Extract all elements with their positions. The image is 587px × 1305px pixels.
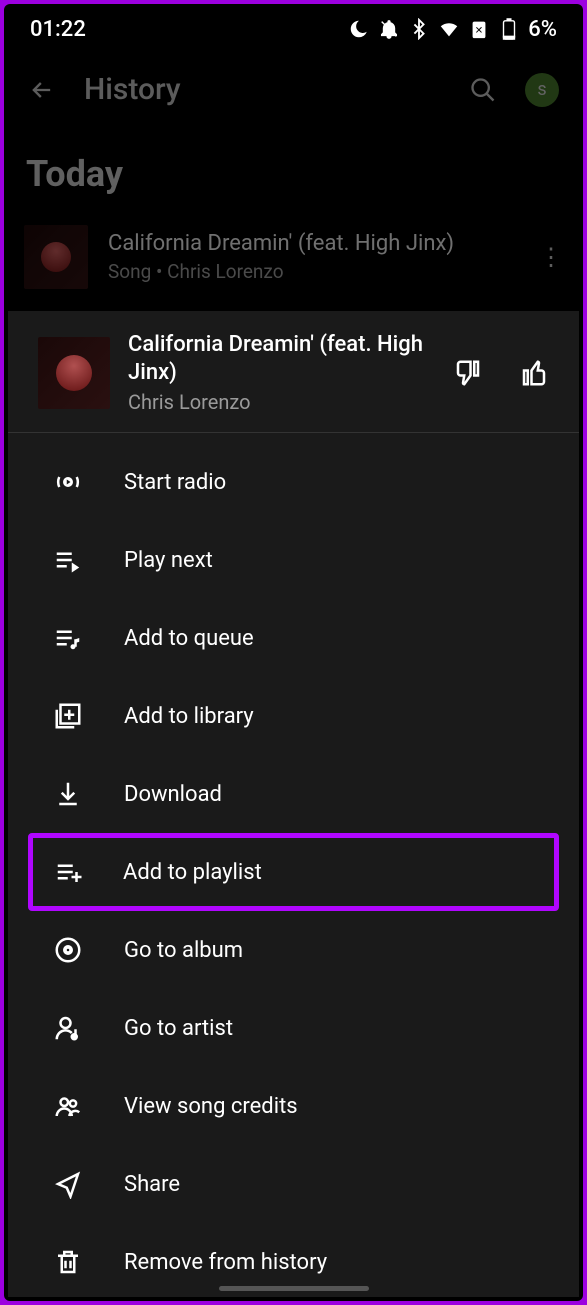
sim-icon: ✕ (468, 18, 490, 40)
moon-icon (348, 18, 370, 40)
history-text: California Dreamin' (feat. High Jinx) So… (108, 231, 519, 283)
bell-off-icon (378, 18, 400, 40)
playlist-add-icon (53, 856, 85, 888)
wifi-icon (438, 18, 460, 40)
menu-start-radio[interactable]: Start radio (8, 443, 579, 521)
album-icon (52, 934, 84, 966)
menu-label: View song credits (124, 1094, 298, 1119)
sheet-song-title: California Dreamin' (feat. High Jinx) (128, 331, 435, 386)
menu-list: Start radio Play next Add to queue Add t… (8, 433, 579, 1301)
status-icons: ✕ 6% (348, 17, 557, 42)
trash-icon (52, 1246, 84, 1278)
bottom-sheet: California Dreamin' (feat. High Jinx) Ch… (8, 311, 579, 1297)
back-arrow-icon[interactable] (28, 76, 56, 104)
menu-go-to-artist[interactable]: Go to artist (8, 989, 579, 1067)
menu-download[interactable]: Download (8, 755, 579, 833)
menu-label: Download (124, 782, 222, 807)
share-icon (52, 1168, 84, 1200)
battery-percent: 6% (528, 17, 557, 42)
history-song-title: California Dreamin' (feat. High Jinx) (108, 231, 519, 256)
history-song-subtitle: Song • Chris Lorenzo (108, 260, 519, 283)
people-icon (52, 1090, 84, 1122)
thumbs-up-icon[interactable] (519, 358, 549, 388)
song-thumbnail (24, 225, 88, 289)
menu-share[interactable]: Share (8, 1145, 579, 1223)
history-row[interactable]: California Dreamin' (feat. High Jinx) So… (4, 215, 583, 299)
avatar[interactable]: s (525, 73, 559, 107)
section-today: Today (4, 125, 583, 215)
menu-label: Share (124, 1172, 180, 1197)
menu-play-next[interactable]: Play next (8, 521, 579, 599)
menu-label: Play next (124, 548, 213, 573)
home-indicator[interactable] (219, 1286, 369, 1291)
radio-icon (52, 466, 84, 498)
download-icon (52, 778, 84, 810)
artist-icon (52, 1012, 84, 1044)
menu-label: Add to playlist (123, 860, 262, 885)
menu-label: Remove from history (124, 1250, 327, 1275)
queue-icon (52, 622, 84, 654)
menu-label: Add to queue (124, 626, 254, 651)
svg-text:✕: ✕ (475, 26, 483, 37)
menu-label: Start radio (124, 470, 226, 495)
menu-label: Go to album (124, 938, 243, 963)
status-time: 01:22 (30, 17, 86, 42)
library-add-icon (52, 700, 84, 732)
page-title: History (84, 72, 441, 107)
status-bar: 01:22 ✕ 6% (4, 4, 583, 54)
menu-add-to-playlist[interactable]: Add to playlist (28, 833, 559, 911)
sheet-header: California Dreamin' (feat. High Jinx) Ch… (8, 311, 579, 433)
menu-add-to-library[interactable]: Add to library (8, 677, 579, 755)
search-icon[interactable] (469, 76, 497, 104)
battery-icon (498, 18, 520, 40)
sheet-artist: Chris Lorenzo (128, 390, 435, 414)
play-next-icon (52, 544, 84, 576)
menu-label: Go to artist (124, 1016, 233, 1041)
more-options-icon[interactable]: ⋮ (539, 243, 563, 271)
page-header: History s (4, 54, 583, 125)
menu-add-to-queue[interactable]: Add to queue (8, 599, 579, 677)
sheet-thumbnail (38, 337, 110, 409)
thumbs-down-icon[interactable] (453, 358, 483, 388)
menu-label: Add to library (124, 704, 254, 729)
bluetooth-icon (408, 18, 430, 40)
menu-go-to-album[interactable]: Go to album (8, 911, 579, 989)
menu-view-credits[interactable]: View song credits (8, 1067, 579, 1145)
